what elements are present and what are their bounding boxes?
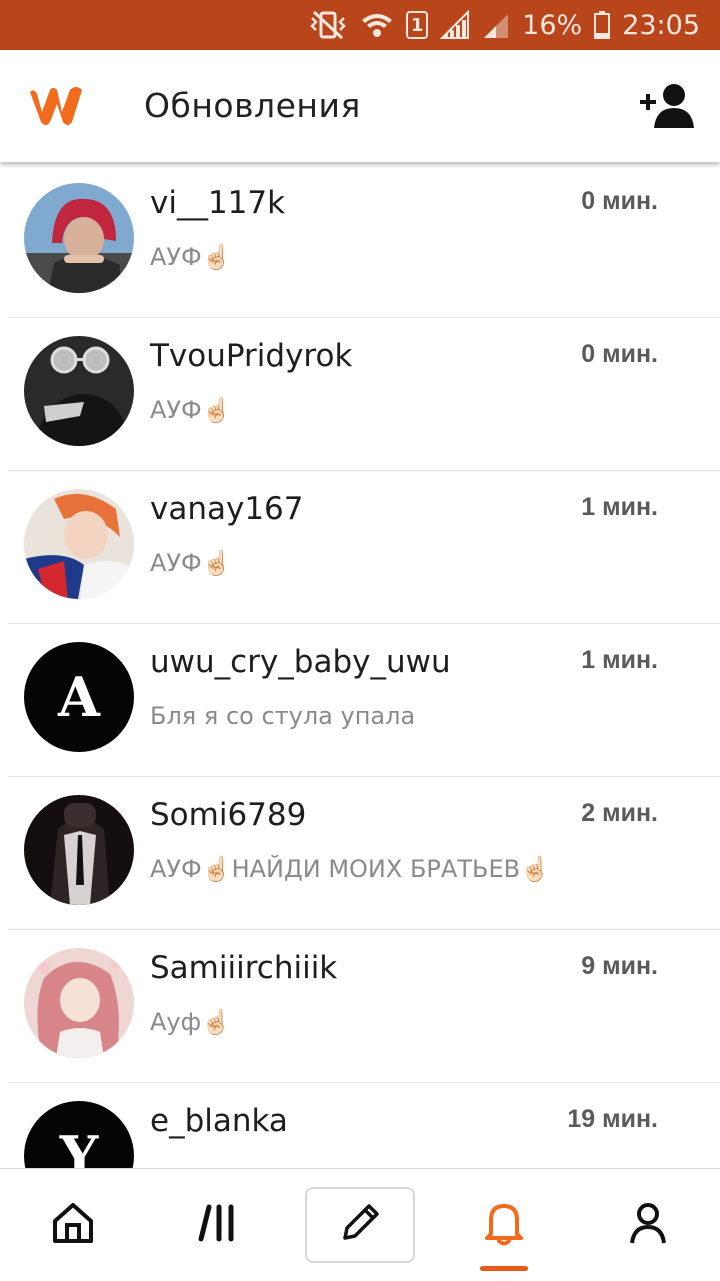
add-user-icon[interactable] <box>640 82 696 134</box>
list-item[interactable]: vi__117k 0 мин. АУФ☝🏻 <box>8 165 720 318</box>
mute-vibrate-icon <box>308 10 348 40</box>
bell-icon <box>481 1200 527 1250</box>
bottom-nav <box>0 1168 720 1281</box>
timestamp: 1 мин. <box>581 646 658 674</box>
active-tab-indicator <box>480 1266 528 1271</box>
avatar[interactable]: Y <box>24 1101 134 1168</box>
message-preview: АУФ☝🏻 <box>150 396 232 424</box>
username[interactable]: vanay167 <box>150 491 304 527</box>
username[interactable]: Somi6789 <box>150 797 306 833</box>
list-item[interactable]: vanay167 1 мин. АУФ☝🏻 <box>8 471 720 624</box>
avatar[interactable] <box>24 795 134 905</box>
timestamp: 2 мин. <box>581 799 658 827</box>
sim-1-icon: 1 <box>406 11 429 39</box>
app-bar: Обновления <box>0 50 720 162</box>
timestamp: 0 мин. <box>581 340 658 368</box>
status-bar: 1 16% 23:05 <box>0 0 720 50</box>
battery-icon <box>594 11 611 39</box>
message-preview: АУФ☝🏻 <box>150 549 232 577</box>
avatar[interactable] <box>24 336 134 446</box>
avatar[interactable] <box>24 948 134 1058</box>
avatar[interactable]: A <box>24 642 134 752</box>
list-item[interactable]: A uwu_cry_baby_uwu 1 мин. Бля я со стула… <box>8 624 720 777</box>
list-item[interactable]: Somi6789 2 мин. АУФ☝🏻НАЙДИ МОИХ БРАТЬЕВ☝… <box>8 777 720 930</box>
updates-list[interactable]: vi__117k 0 мин. АУФ☝🏻 TvouPridyrok 0 мин… <box>0 165 720 1168</box>
avatar[interactable] <box>24 489 134 599</box>
nav-notifications[interactable] <box>449 1169 559 1281</box>
username[interactable]: uwu_cry_baby_uwu <box>150 644 451 680</box>
profile-icon <box>626 1201 670 1249</box>
wifi-icon <box>360 10 394 40</box>
wattpad-logo-icon[interactable] <box>24 82 88 132</box>
username[interactable]: vi__117k <box>150 185 285 221</box>
timestamp: 0 мин. <box>581 187 658 215</box>
message-preview: АУФ☝🏻 <box>150 243 232 271</box>
username[interactable]: e_blanka <box>150 1103 288 1139</box>
signal-2-icon <box>482 10 510 40</box>
home-icon <box>51 1201 95 1249</box>
nav-home[interactable] <box>18 1169 128 1281</box>
signal-icon <box>440 10 470 40</box>
timestamp: 1 мин. <box>581 493 658 521</box>
username[interactable]: Samiiirchiiik <box>150 950 337 986</box>
list-item[interactable]: Samiiirchiiik 9 мин. Ауф☝🏻 <box>8 930 720 1083</box>
clock: 23:05 <box>622 9 700 41</box>
list-item[interactable]: Y e_blanka 19 мин. <box>8 1083 720 1168</box>
nav-library[interactable] <box>164 1169 274 1281</box>
nav-write[interactable] <box>305 1187 415 1263</box>
username[interactable]: TvouPridyrok <box>150 338 352 374</box>
list-item[interactable]: TvouPridyrok 0 мин. АУФ☝🏻 <box>8 318 720 471</box>
message-preview: АУФ☝🏻НАЙДИ МОИХ БРАТЬЕВ☝🏻 <box>150 855 550 883</box>
battery-label: 16% <box>522 9 583 41</box>
avatar[interactable] <box>24 183 134 293</box>
message-preview: Ауф☝🏻 <box>150 1008 232 1036</box>
timestamp: 19 мин. <box>567 1105 658 1133</box>
library-icon <box>197 1201 241 1249</box>
message-preview: Бля я со стула упала <box>150 702 416 730</box>
pencil-icon <box>337 1200 383 1250</box>
timestamp: 9 мин. <box>581 952 658 980</box>
page-title: Обновления <box>144 86 361 125</box>
nav-profile[interactable] <box>593 1169 703 1281</box>
